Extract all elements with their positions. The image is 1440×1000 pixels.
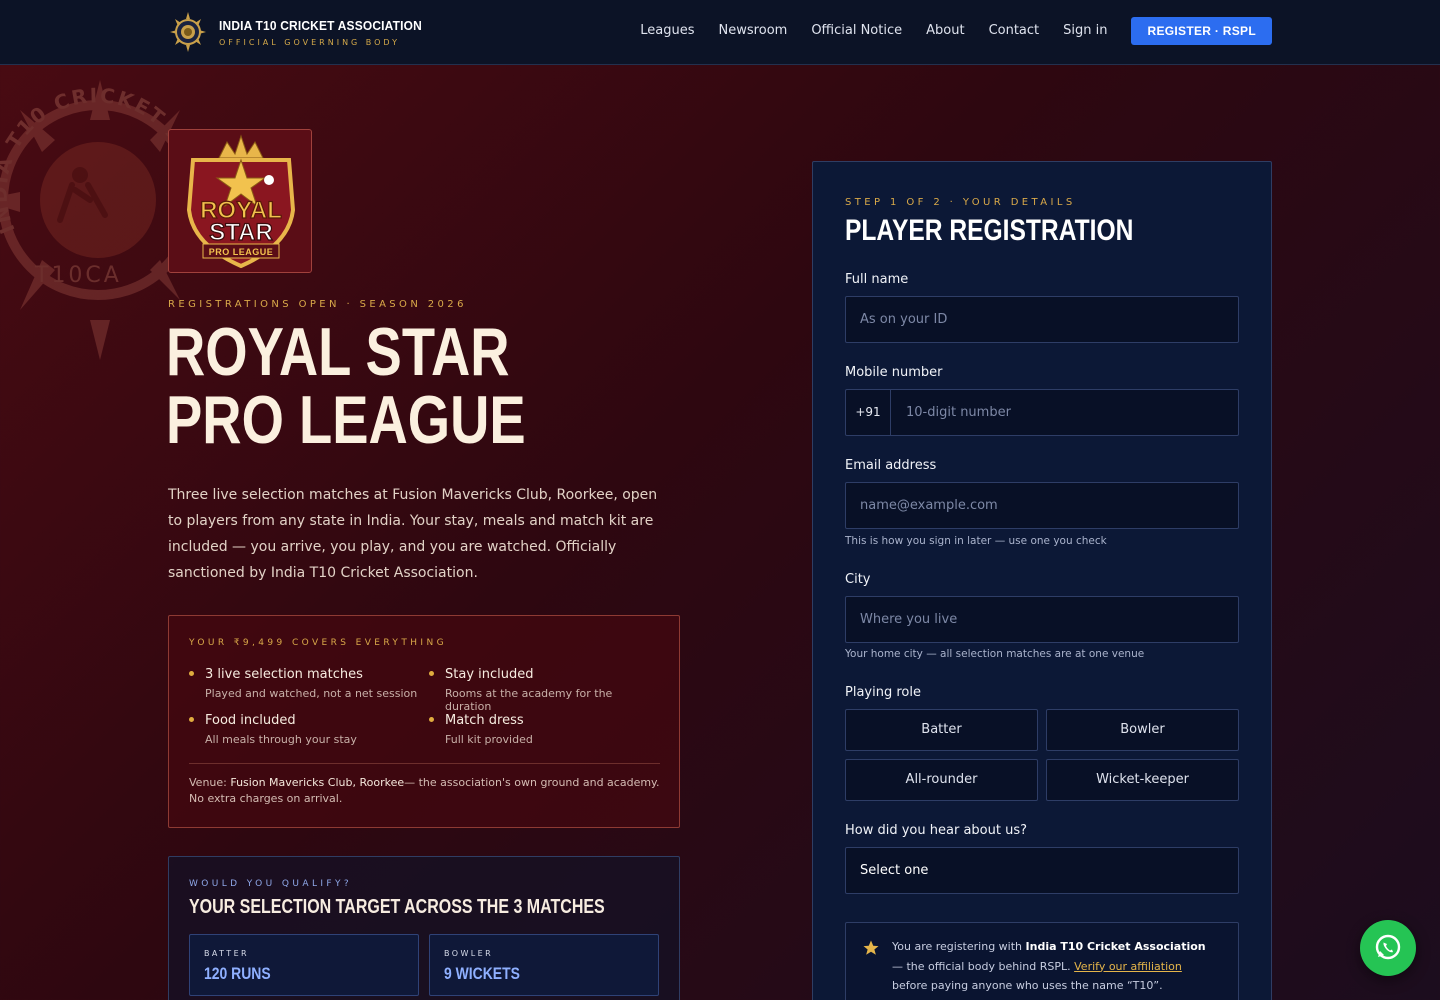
selection-target-card: WOULD YOU QUALIFY? YOUR SELECTION TARGET… (168, 856, 680, 1000)
role-option-all-rounder[interactable]: All-rounder (845, 759, 1038, 801)
notice-prefix: You are registering with (892, 940, 1026, 953)
list-item: Stay included Rooms at the academy for t… (429, 666, 659, 713)
country-code: +91 (846, 390, 891, 435)
brand[interactable]: INDIA T10 CRICKET ASSOCIATION OFFICIAL G… (168, 10, 440, 54)
perk-description: Played and watched, not a net session (205, 687, 418, 700)
bullet-icon (429, 717, 434, 722)
mobile-label: Mobile number (845, 365, 943, 380)
notice-middle: — the official body behind RSPL. (892, 959, 1075, 973)
role-option-bowler[interactable]: Bowler (1046, 709, 1239, 751)
playing-role-label: Playing role (845, 685, 921, 700)
bullet-icon (429, 671, 434, 676)
perk-description: Rooms at the academy for the duration (445, 687, 613, 713)
form-title: PLAYER REGISTRATION (845, 214, 1134, 247)
mobile-field: +91 (845, 389, 1239, 436)
nav-about[interactable]: About (926, 17, 964, 45)
nav-official-notice[interactable]: Official Notice (811, 17, 902, 45)
page-title-line1: ROYAL STAR (166, 314, 510, 390)
intro-paragraph: Three live selection matches at Fusion M… (168, 487, 658, 581)
role-option-batter[interactable]: Batter (845, 709, 1038, 751)
email-input[interactable] (845, 482, 1239, 529)
page-title: ROYAL STAR PRO LEAGUE (166, 318, 582, 454)
nav-contact[interactable]: Contact (989, 17, 1040, 45)
league-logo-line2: STAR (209, 219, 273, 246)
perk-title: Food included (205, 713, 296, 728)
whatsapp-chat-button[interactable] (1360, 920, 1416, 976)
city-hint: Your home city — all selection matches a… (845, 648, 1145, 660)
qualify-eyebrow: WOULD YOU QUALIFY? (189, 879, 353, 889)
seal-short-text: T10CA (34, 263, 122, 288)
top-navigation-bar: INDIA T10 CRICKET ASSOCIATION OFFICIAL G… (0, 0, 1440, 65)
notice-org: India T10 Cricket Association (1025, 940, 1206, 953)
source-select[interactable]: Select one (845, 847, 1239, 894)
league-logo-line3: PRO LEAGUE (209, 247, 274, 257)
star-icon (862, 939, 880, 957)
whatsapp-icon (1375, 934, 1401, 960)
bullet-icon (189, 671, 194, 676)
list-item: 3 live selection matches Played and watc… (189, 666, 419, 700)
price-inclusions-card: YOUR ₹9,499 COVERS EVERYTHING 3 live sel… (168, 615, 680, 828)
list-item: Match dress Full kit provided (429, 712, 659, 746)
target-value: 9 WICKETS (444, 964, 520, 983)
email-label: Email address (845, 458, 937, 473)
list-item: Food included All meals through your sta… (189, 712, 419, 746)
full-name-label: Full name (845, 272, 909, 287)
nav-leagues[interactable]: Leagues (640, 17, 694, 45)
full-name-input[interactable] (845, 296, 1239, 343)
main-nav: Leagues Newsroom Official Notice About C… (616, 17, 1272, 45)
city-label: City (845, 572, 871, 587)
step-indicator: STEP 1 OF 2 · YOUR DETAILS (845, 197, 1076, 208)
target-role: BOWLER (444, 949, 494, 958)
org-name: INDIA T10 CRICKET ASSOCIATION (219, 17, 422, 33)
perk-title: Match dress (445, 713, 524, 728)
verify-affiliation-link[interactable]: Verify our affiliation (1074, 960, 1182, 973)
role-option-wicket-keeper[interactable]: Wicket-keeper (1046, 759, 1239, 801)
nav-sign-in[interactable]: Sign in (1063, 17, 1107, 45)
target-batter: BATTER 120 RUNS (189, 934, 419, 996)
royal-star-league-logo: ROYAL STAR PRO LEAGUE (168, 129, 312, 273)
city-input[interactable] (845, 596, 1239, 643)
venue-note: Venue: Fusion Mavericks Club, Roorkee— t… (189, 775, 664, 807)
perk-description: Full kit provided (445, 733, 533, 746)
org-tagline: OFFICIAL GOVERNING BODY (219, 37, 401, 47)
bullet-icon (189, 717, 194, 722)
email-hint: This is how you sign in later — use one … (845, 535, 1107, 547)
perk-description: All meals through your stay (205, 733, 357, 746)
venue-prefix: Venue: (189, 776, 231, 789)
source-label: How did you hear about us? (845, 823, 1027, 838)
association-emblem-icon (168, 10, 208, 54)
perk-title: 3 live selection matches (205, 667, 363, 682)
registration-status-eyebrow: REGISTRATIONS OPEN · SEASON 2026 (168, 299, 467, 310)
venue-name: Fusion Mavericks Club, Roorkee (230, 776, 405, 789)
affiliation-notice: You are registering with India T10 Crick… (845, 922, 1239, 1000)
page-title-line2: PRO LEAGUE (166, 382, 526, 458)
target-value: 120 RUNS (204, 964, 271, 983)
register-button[interactable]: REGISTER · RSPL (1131, 17, 1272, 45)
registration-form-panel: STEP 1 OF 2 · YOUR DETAILS PLAYER REGIST… (812, 161, 1272, 1000)
nav-newsroom[interactable]: Newsroom (719, 17, 788, 45)
mobile-input[interactable] (892, 390, 1238, 435)
target-role: BATTER (204, 949, 249, 958)
divider (189, 763, 660, 764)
affiliation-notice-text: You are registering with India T10 Crick… (892, 937, 1212, 996)
qualify-title: YOUR SELECTION TARGET ACROSS THE 3 MATCH… (189, 896, 605, 918)
inclusions-heading: YOUR ₹9,499 COVERS EVERYTHING (189, 638, 447, 648)
notice-suffix: before paying anyone who uses the name “… (892, 979, 1163, 992)
perk-title: Stay included (445, 667, 534, 682)
target-bowler: BOWLER 9 WICKETS (429, 934, 659, 996)
